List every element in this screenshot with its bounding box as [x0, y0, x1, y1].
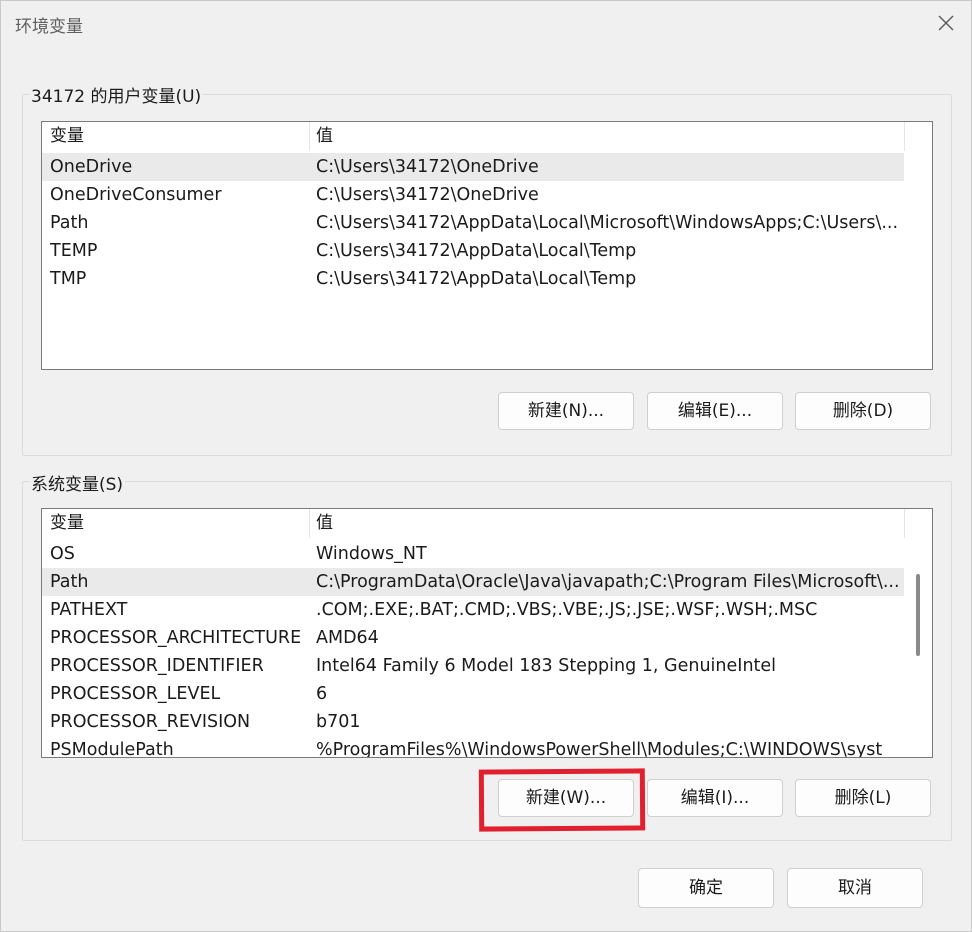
- table-row[interactable]: PATHEXT .COM;.EXE;.BAT;.CMD;.VBS;.VBE;.JS…: [42, 596, 904, 624]
- table-row[interactable]: OS Windows_NT: [42, 540, 904, 568]
- column-header-variable[interactable]: 变量: [43, 122, 309, 151]
- variable-value-cell: Windows_NT: [316, 544, 427, 564]
- variable-value-cell: AMD64: [316, 628, 379, 648]
- table-row[interactable]: Path C:\ProgramData\Oracle\Java\javapath;…: [42, 568, 904, 596]
- column-header-value[interactable]: 值: [309, 509, 904, 538]
- column-divider[interactable]: [904, 509, 905, 538]
- user-new-button[interactable]: 新建(N)...: [498, 392, 634, 430]
- variable-name-cell: PATHEXT: [50, 600, 128, 620]
- user-variables-list[interactable]: 变量 值 OneDrive C:\Users\34172\OneDrive OneD…: [41, 121, 933, 370]
- user-variables-label: 34172 的用户变量(U): [29, 82, 204, 107]
- system-delete-button[interactable]: 删除(L): [795, 779, 931, 817]
- variable-name-cell: Path: [50, 213, 89, 233]
- variable-name-cell: OneDriveConsumer: [50, 185, 222, 205]
- variable-value-cell: %ProgramFiles%\WindowsPowerShell\Modules…: [316, 740, 883, 758]
- variable-name-cell: OS: [50, 544, 75, 564]
- close-button[interactable]: [921, 1, 971, 45]
- window-title: 环境变量: [15, 17, 83, 37]
- table-row[interactable]: PROCESSOR_REVISION b701: [42, 708, 904, 736]
- table-row[interactable]: PROCESSOR_IDENTIFIER Intel64 Family 6 Mod…: [42, 652, 904, 680]
- variable-name-cell: Path: [50, 572, 89, 592]
- close-icon: [938, 15, 954, 31]
- table-row[interactable]: PROCESSOR_ARCHITECTURE AMD64: [42, 624, 904, 652]
- table-row[interactable]: Path C:\Users\34172\AppData\Local\Microso…: [42, 209, 904, 237]
- variable-value-cell: C:\Users\34172\AppData\Local\Temp: [316, 241, 637, 261]
- list-header: 变量 值: [42, 509, 905, 538]
- column-header-value[interactable]: 值: [309, 122, 904, 151]
- column-header-variable[interactable]: 变量: [43, 509, 309, 538]
- environment-variables-dialog: 环境变量 34172 的用户变量(U) 变量 值 OneDrive C:\User…: [0, 0, 972, 932]
- system-new-button[interactable]: 新建(W)...: [498, 779, 634, 817]
- user-delete-button[interactable]: 删除(D): [795, 392, 931, 430]
- variable-value-cell: C:\Users\34172\AppData\Local\Temp: [316, 269, 637, 289]
- variable-value-cell: C:\ProgramData\Oracle\Java\javapath;C:\P…: [316, 572, 900, 592]
- variable-value-cell: C:\Users\34172\OneDrive: [316, 185, 539, 205]
- variable-value-cell: .COM;.EXE;.BAT;.CMD;.VBS;.VBE;.JS;.JSE;.…: [316, 600, 818, 620]
- table-row[interactable]: PROCESSOR_LEVEL 6: [42, 680, 904, 708]
- title-bar: 环境变量: [1, 1, 971, 45]
- system-edit-button[interactable]: 编辑(I)...: [647, 779, 783, 817]
- table-row[interactable]: PSModulePath %ProgramFiles%\WindowsPowerS…: [42, 736, 904, 758]
- variable-value-cell: Intel64 Family 6 Model 183 Stepping 1, G…: [316, 656, 777, 676]
- variable-name-cell: PROCESSOR_REVISION: [50, 712, 251, 732]
- user-edit-button[interactable]: 编辑(E)...: [647, 392, 783, 430]
- table-row[interactable]: TEMP C:\Users\34172\AppData\Local\Temp: [42, 237, 904, 265]
- table-row[interactable]: OneDrive C:\Users\34172\OneDrive: [42, 153, 904, 181]
- variable-name-cell: TMP: [50, 269, 87, 289]
- table-row[interactable]: TMP C:\Users\34172\AppData\Local\Temp: [42, 265, 904, 293]
- system-variables-label: 系统变量(S): [29, 470, 126, 495]
- vertical-scrollbar[interactable]: [916, 574, 920, 656]
- variable-name-cell: PROCESSOR_ARCHITECTURE: [50, 628, 302, 648]
- variable-value-cell: C:\Users\34172\AppData\Local\Microsoft\W…: [316, 213, 899, 233]
- table-row[interactable]: OneDriveConsumer C:\Users\34172\OneDrive: [42, 181, 904, 209]
- cancel-button[interactable]: 取消: [787, 868, 923, 908]
- variable-name-cell: PROCESSOR_IDENTIFIER: [50, 656, 264, 676]
- column-divider[interactable]: [904, 122, 905, 151]
- variable-name-cell: PROCESSOR_LEVEL: [50, 684, 221, 704]
- variable-name-cell: TEMP: [50, 241, 98, 261]
- variable-name-cell: PSModulePath: [50, 740, 174, 758]
- list-header: 变量 值: [42, 122, 905, 151]
- variable-name-cell: OneDrive: [50, 157, 133, 177]
- system-variables-list[interactable]: 变量 值 OS Windows_NT Path C:\ProgramData\Orac…: [41, 508, 933, 758]
- variable-value-cell: C:\Users\34172\OneDrive: [316, 157, 539, 177]
- variable-value-cell: b701: [316, 712, 361, 732]
- ok-button[interactable]: 确定: [638, 868, 774, 908]
- variable-value-cell: 6: [316, 684, 328, 704]
